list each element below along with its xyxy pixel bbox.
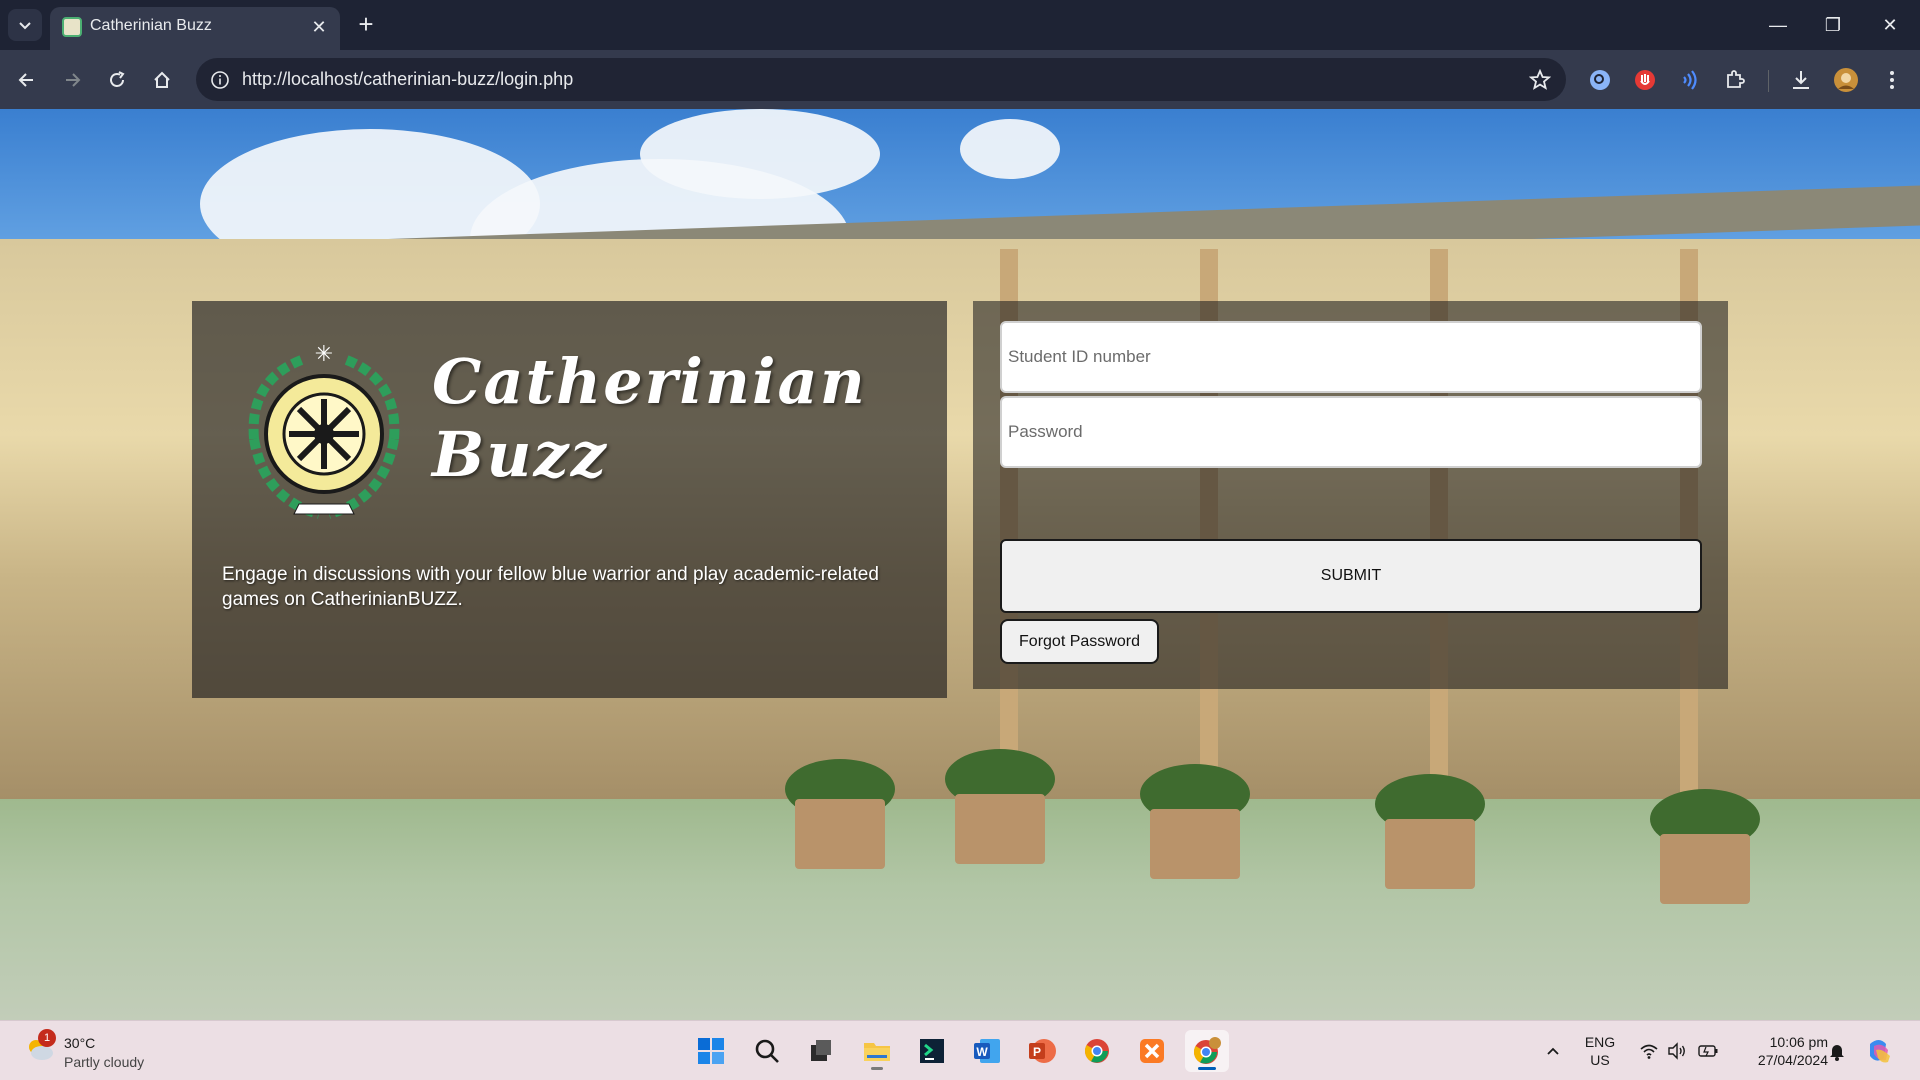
minimize-button[interactable]: — [1756, 8, 1800, 42]
background-planter [1385, 819, 1475, 889]
chrome-profile-button[interactable] [1185, 1030, 1229, 1072]
powerpoint-button[interactable]: P [1020, 1030, 1064, 1072]
read-aloud-extension-icon[interactable] [1674, 64, 1706, 96]
address-bar[interactable]: http://localhost/catherinian-buzz/login.… [196, 58, 1566, 101]
search-icon [755, 1039, 779, 1063]
chrome-icon [1084, 1039, 1109, 1063]
background-planter [1150, 809, 1240, 879]
tagline: Engage in discussions with your fellow b… [222, 564, 879, 610]
login-form-panel: SUBMIT Forgot Password [973, 301, 1728, 689]
background-planter [1660, 834, 1750, 904]
battery-icon[interactable] [1694, 1021, 1722, 1080]
language-code: ENG [1584, 1034, 1616, 1050]
browser-toolbar: http://localhost/catherinian-buzz/login.… [0, 50, 1920, 109]
start-button[interactable] [689, 1030, 733, 1072]
reload-button[interactable] [100, 63, 134, 97]
task-view-button[interactable] [799, 1030, 843, 1072]
word-button[interactable]: W [965, 1030, 1009, 1072]
weather-notification-badge: 1 [38, 1029, 56, 1047]
login-page: ✳ Catherinian Buzz Engage in discussions… [0, 109, 1920, 1020]
password-field-wrapper [1000, 396, 1702, 468]
url-text[interactable]: http://localhost/catherinian-buzz/login.… [242, 69, 573, 90]
running-indicator [871, 1067, 883, 1070]
browser-menu-icon[interactable] [1876, 64, 1908, 96]
wifi-icon[interactable] [1636, 1021, 1662, 1080]
windows-taskbar: 1 30°C Partly cloudy W P ENG US 10:06 pm… [0, 1020, 1920, 1080]
windows-logo-icon [698, 1038, 724, 1064]
svg-text:✳: ✳ [315, 342, 333, 367]
chrome-profile-icon [1193, 1037, 1221, 1064]
back-arrow-icon [18, 73, 33, 87]
show-hidden-icons-button[interactable] [1538, 1021, 1568, 1080]
favicon-icon [62, 17, 82, 37]
reload-icon [110, 71, 125, 87]
copilot-icon[interactable] [1862, 1021, 1896, 1080]
chrome-button[interactable] [1075, 1030, 1119, 1072]
active-indicator [1198, 1067, 1216, 1070]
svg-text:W: W [976, 1045, 988, 1059]
weather-description: Partly cloudy [64, 1054, 145, 1070]
profile-avatar[interactable] [1830, 64, 1862, 96]
google-lens-icon[interactable] [1584, 64, 1616, 96]
volume-icon[interactable] [1664, 1021, 1690, 1080]
background-cloud [640, 109, 880, 199]
site-info-icon[interactable] [204, 64, 236, 96]
home-button[interactable] [145, 63, 179, 97]
task-view-icon [811, 1040, 831, 1061]
folder-icon [864, 1043, 890, 1061]
tab-close-icon[interactable]: ✕ [308, 16, 330, 38]
word-icon: W [974, 1039, 1000, 1063]
pycharm-icon [920, 1039, 944, 1063]
forward-button[interactable] [55, 63, 89, 97]
college-seal-logo: ✳ [248, 342, 400, 519]
system-clock[interactable]: 10:06 pm 27/04/2024 [1728, 1033, 1828, 1069]
bookmark-star-icon[interactable] [1526, 66, 1554, 94]
back-button[interactable] [10, 63, 44, 97]
brand-title: Catherinian Buzz [432, 345, 867, 491]
svg-text:P: P [1033, 1045, 1041, 1059]
downloads-icon[interactable] [1785, 64, 1817, 96]
clock-time: 10:06 pm [1769, 1034, 1828, 1050]
student-id-field-wrapper [1000, 321, 1702, 393]
forgot-password-button[interactable]: Forgot Password [1000, 619, 1159, 664]
xampp-button[interactable] [1130, 1030, 1174, 1072]
search-button[interactable] [745, 1030, 789, 1072]
extensions-puzzle-icon[interactable] [1719, 64, 1751, 96]
forward-arrow-icon [66, 73, 81, 87]
tab-search-button[interactable] [8, 9, 42, 41]
submit-button[interactable]: SUBMIT [1000, 539, 1702, 613]
weather-temperature: 30°C [64, 1035, 96, 1051]
adblock-extension-icon[interactable] [1629, 64, 1661, 96]
browser-tab-strip: Catherinian Buzz ✕ + — ❐ ✕ [0, 0, 1920, 50]
weather-widget[interactable]: 1 30°C Partly cloudy [20, 1029, 190, 1073]
chevron-down-icon [19, 22, 31, 30]
background-planter [795, 799, 885, 869]
chevron-up-icon [1547, 1047, 1559, 1055]
language-indicator[interactable]: ENG US [1574, 1033, 1626, 1069]
pycharm-button[interactable] [910, 1030, 954, 1072]
xampp-icon [1140, 1039, 1164, 1063]
restore-button[interactable]: ❐ [1811, 8, 1855, 42]
branding-panel: ✳ Catherinian Buzz Engage in discussions… [192, 301, 947, 698]
keyboard-region: US [1590, 1052, 1610, 1068]
password-input[interactable] [1002, 398, 1700, 466]
home-icon [154, 71, 170, 88]
browser-tab[interactable]: Catherinian Buzz ✕ [50, 7, 340, 50]
toolbar-separator [1768, 70, 1769, 92]
file-explorer-button[interactable] [855, 1030, 899, 1072]
powerpoint-icon: P [1029, 1039, 1056, 1063]
notification-bell-icon[interactable] [1824, 1021, 1850, 1080]
background-planter [955, 794, 1045, 864]
student-id-input[interactable] [1002, 323, 1700, 391]
window-close-button[interactable]: ✕ [1868, 8, 1912, 42]
clock-date: 27/04/2024 [1757, 1052, 1828, 1068]
tab-title: Catherinian Buzz [90, 17, 212, 34]
background-cloud [960, 119, 1060, 179]
new-tab-button[interactable]: + [352, 10, 380, 38]
